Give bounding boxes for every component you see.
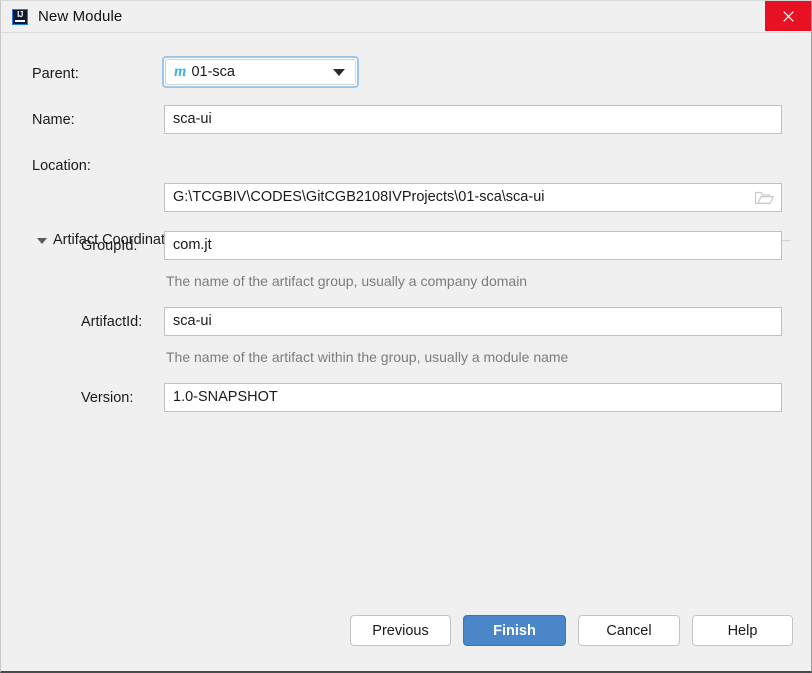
maven-module-icon: m (174, 63, 187, 80)
name-input[interactable]: sca-ui (164, 105, 782, 134)
artifactid-input[interactable]: sca-ui (164, 307, 782, 336)
groupid-input[interactable]: com.jt (164, 231, 782, 260)
artifactid-hint: The name of the artifact within the grou… (166, 349, 569, 365)
location-input-value: G:\TCGBIV\CODES\GitCGB2108IVProjects\01-… (173, 189, 545, 205)
new-module-dialog: IJ New Module Parent: m 01-sca Name: sca… (0, 0, 812, 673)
dialog-content: Parent: m 01-sca Name: sca-ui Location: … (1, 33, 811, 671)
help-button[interactable]: Help (692, 615, 793, 646)
chevron-down-icon[interactable] (333, 69, 345, 76)
window-title: New Module (38, 8, 123, 25)
cancel-button[interactable]: Cancel (578, 615, 680, 646)
location-input[interactable]: G:\TCGBIV\CODES\GitCGB2108IVProjects\01-… (164, 183, 782, 212)
name-label: Name: (32, 112, 75, 128)
previous-button[interactable]: Previous (350, 615, 451, 646)
finish-button[interactable]: Finish (463, 615, 566, 646)
chevron-down-icon[interactable] (37, 238, 47, 244)
version-input[interactable]: 1.0-SNAPSHOT (164, 383, 782, 412)
version-label: Version: (81, 390, 134, 406)
close-button[interactable] (765, 1, 811, 31)
parent-combobox[interactable]: m 01-sca (162, 56, 359, 88)
parent-selected-value: 01-sca (191, 64, 235, 80)
artifactid-label: ArtifactId: (81, 314, 143, 330)
close-icon (782, 10, 794, 22)
button-bar: Previous Finish Cancel Help (1, 603, 811, 671)
parent-label: Parent: (32, 66, 79, 82)
groupid-hint: The name of the artifact group, usually … (166, 273, 528, 289)
folder-icon (754, 191, 774, 205)
intellij-idea-icon-letters: IJ (17, 9, 23, 19)
browse-location-button[interactable] (751, 187, 777, 208)
groupid-label: GroupId: (81, 238, 138, 254)
intellij-idea-icon-bar (15, 19, 25, 22)
intellij-idea-icon: IJ (12, 8, 28, 25)
title-bar: IJ New Module (1, 1, 811, 32)
location-label: Location: (32, 158, 91, 174)
parent-combobox-inner: m 01-sca (165, 59, 356, 85)
